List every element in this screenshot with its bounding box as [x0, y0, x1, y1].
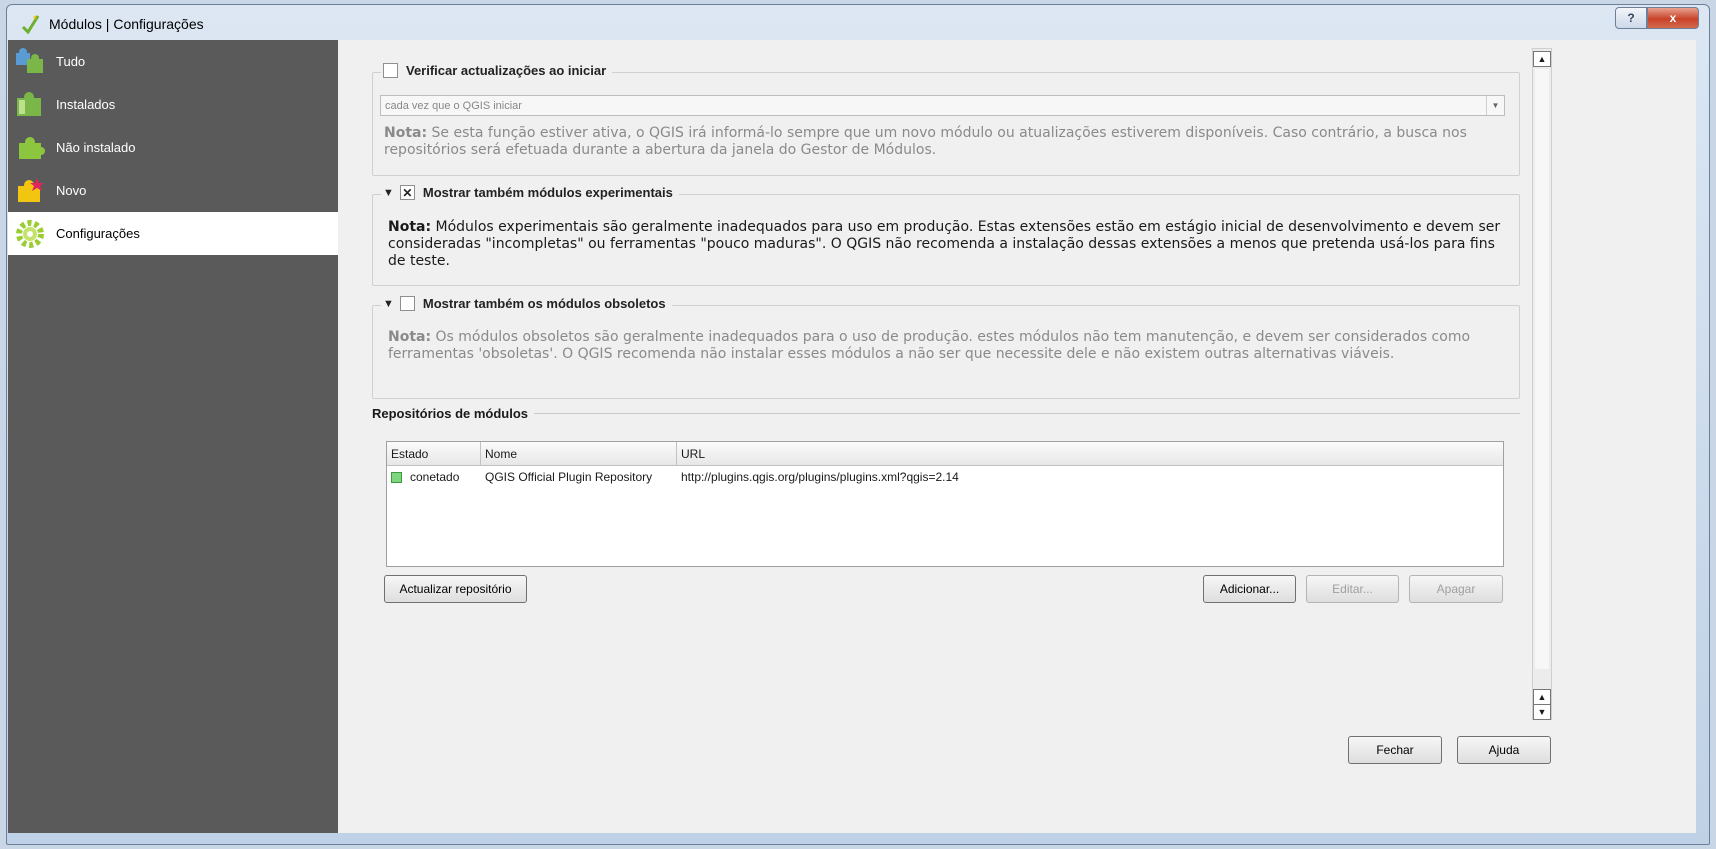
sidebar-item-label: Instalados [56, 97, 116, 112]
note-text: Se esta função estiver ativa, o QGIS irá… [384, 125, 1467, 158]
vertical-scrollbar[interactable]: ▲ ▲ ▼ [1532, 48, 1552, 720]
table-row[interactable]: conetado QGIS Official Plugin Repository… [387, 466, 1503, 488]
deprecated-group-title: ▼ Mostrar também os módulos obsoletos [381, 296, 672, 311]
collapse-triangle-icon[interactable]: ▼ [383, 187, 394, 199]
chevron-down-icon: ▼ [1486, 96, 1504, 115]
sidebar-item-not-installed[interactable]: Não instalado [8, 126, 338, 169]
scroll-track[interactable] [1535, 69, 1549, 669]
sidebar-item-installed[interactable]: Instalados [8, 83, 338, 126]
gear-icon [12, 217, 48, 251]
repositories-title: Repositórios de módulos [372, 406, 529, 421]
deprecated-label: Mostrar também os módulos obsoletos [422, 296, 666, 311]
puzzle-all-icon [12, 45, 48, 79]
help-button[interactable]: Ajuda [1457, 736, 1551, 764]
row-status-text: conetado [410, 470, 460, 484]
sidebar-item-label: Novo [56, 183, 87, 198]
experimental-group-title: ▼ ✕ Mostrar também módulos experimentais [381, 185, 679, 200]
column-header-name[interactable]: Nome [481, 442, 677, 465]
table-header: Estado Nome URL [387, 442, 1503, 466]
experimental-note: Nota: Módulos experimentais são geralmen… [388, 219, 1512, 270]
deprecated-note: Nota: Os módulos obsoletos são geralment… [388, 329, 1512, 363]
row-name: QGIS Official Plugin Repository [485, 470, 653, 484]
sidebar-item-label: Não instalado [56, 140, 136, 155]
sidebar-item-all[interactable]: Tudo [8, 40, 338, 83]
check-updates-checkbox[interactable] [383, 63, 398, 78]
check-updates-label: Verificar actualizações ao iniciar [406, 63, 607, 78]
qgis-logo-icon [21, 15, 40, 35]
sidebar-item-label: Tudo [56, 54, 86, 69]
scroll-up-icon[interactable]: ▲ [1533, 689, 1551, 705]
help-window-button[interactable]: ? [1615, 7, 1647, 29]
connected-status-icon [391, 472, 402, 484]
title-bar: Módulos | Configurações ? x [7, 5, 1709, 43]
sidebar: Tudo Instalados Não instalado Novo Confi… [8, 40, 338, 833]
repositories-table[interactable]: Estado Nome URL conetado QGIS Official P… [386, 441, 1504, 567]
divider [534, 413, 1520, 414]
note-text: Os módulos obsoletos são geralmente inad… [388, 329, 1471, 362]
puzzle-new-icon [12, 174, 48, 208]
updates-note: Nota: Se esta função estiver ativa, o QG… [384, 125, 1504, 159]
close-button[interactable]: Fechar [1348, 736, 1442, 764]
puzzle-installed-icon [12, 88, 48, 122]
deprecated-checkbox[interactable] [399, 296, 415, 311]
scroll-up-icon[interactable]: ▲ [1533, 51, 1551, 67]
updates-group-title: Verificar actualizações ao iniciar [381, 63, 613, 78]
column-header-url[interactable]: URL [677, 442, 1503, 465]
experimental-checkbox[interactable]: ✕ [399, 185, 415, 200]
add-repository-button[interactable]: Adicionar... [1203, 575, 1296, 603]
update-frequency-value: cada vez que o QGIS iniciar [385, 99, 522, 112]
note-text: Módulos experimentais são geralmente ina… [388, 219, 1501, 269]
column-header-status[interactable]: Estado [387, 442, 481, 465]
experimental-label: Mostrar também módulos experimentais [422, 185, 673, 200]
edit-repository-button[interactable]: Editar... [1306, 575, 1399, 603]
collapse-triangle-icon[interactable]: ▼ [383, 298, 394, 310]
delete-repository-button[interactable]: Apagar [1409, 575, 1503, 603]
sidebar-item-new[interactable]: Novo [8, 169, 338, 212]
sidebar-item-settings[interactable]: Configurações [8, 212, 338, 255]
note-label: Nota: [384, 125, 428, 141]
repositories-section-title: Repositórios de módulos [372, 406, 1520, 421]
window-title: Módulos | Configurações [49, 16, 204, 32]
puzzle-not-installed-icon [12, 131, 48, 165]
close-window-button[interactable]: x [1647, 7, 1699, 29]
sidebar-item-label: Configurações [56, 226, 140, 241]
reload-repository-button[interactable]: Actualizar repositório [384, 575, 527, 603]
scroll-down-icon[interactable]: ▼ [1533, 704, 1551, 720]
update-frequency-select[interactable]: cada vez que o QGIS iniciar ▼ [380, 95, 1505, 116]
row-url: http://plugins.qgis.org/plugins/plugins.… [681, 470, 959, 484]
row-status: conetado [387, 470, 481, 484]
note-label: Nota: [388, 219, 432, 235]
note-label: Nota: [388, 329, 432, 345]
updates-group: Verificar actualizações ao iniciar [372, 63, 1520, 176]
